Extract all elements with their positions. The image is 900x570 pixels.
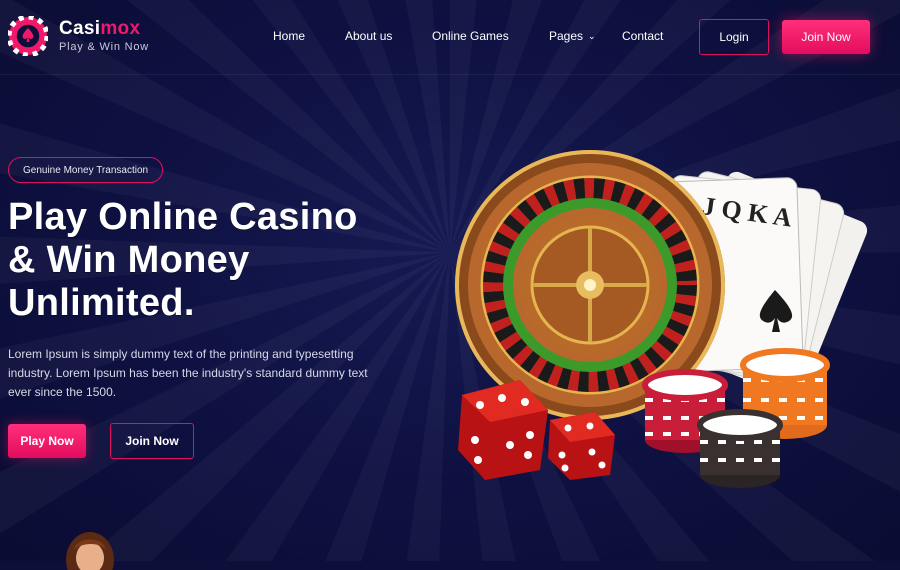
hero-join-now-button[interactable]: Join Now — [110, 423, 194, 459]
hero-badge: Genuine Money Transaction — [8, 157, 164, 183]
casino-chip-icon — [8, 16, 48, 56]
nav-home[interactable]: Home — [273, 29, 305, 43]
headline-line-1: Play Online Casino — [8, 196, 358, 238]
nav-online-games[interactable]: Online Games — [432, 29, 509, 43]
join-now-button[interactable]: Join Now — [782, 20, 870, 54]
hero-description: Lorem Ipsum is simply dummy text of the … — [8, 347, 368, 399]
nav-pages[interactable]: Pages ⌄ — [549, 29, 596, 43]
brand-name: Casimox — [59, 18, 141, 39]
headline-line-3: Unlimited. — [8, 282, 195, 324]
brand-tagline: Play & Win Now — [59, 41, 150, 53]
brand-logo[interactable]: Casimox Play & Win Now — [8, 16, 149, 56]
casino-illustration: J Q K A — [455, 150, 868, 488]
chevron-down-icon: ⌄ — [588, 31, 596, 41]
play-now-button[interactable]: Play Now — [8, 424, 86, 458]
nav-contact[interactable]: Contact — [622, 29, 663, 43]
nav-pages-label: Pages — [549, 29, 584, 43]
avatar-image — [66, 532, 114, 570]
nav-about-us[interactable]: About us — [345, 29, 392, 43]
site-header: Casimox Play & Win Now Home About us Onl… — [0, 0, 900, 75]
login-button[interactable]: Login — [699, 19, 769, 55]
hero-headline: Play Online Casino & Win Money Unlimited… — [8, 196, 438, 325]
headline-line-2: & Win Money — [8, 239, 250, 281]
